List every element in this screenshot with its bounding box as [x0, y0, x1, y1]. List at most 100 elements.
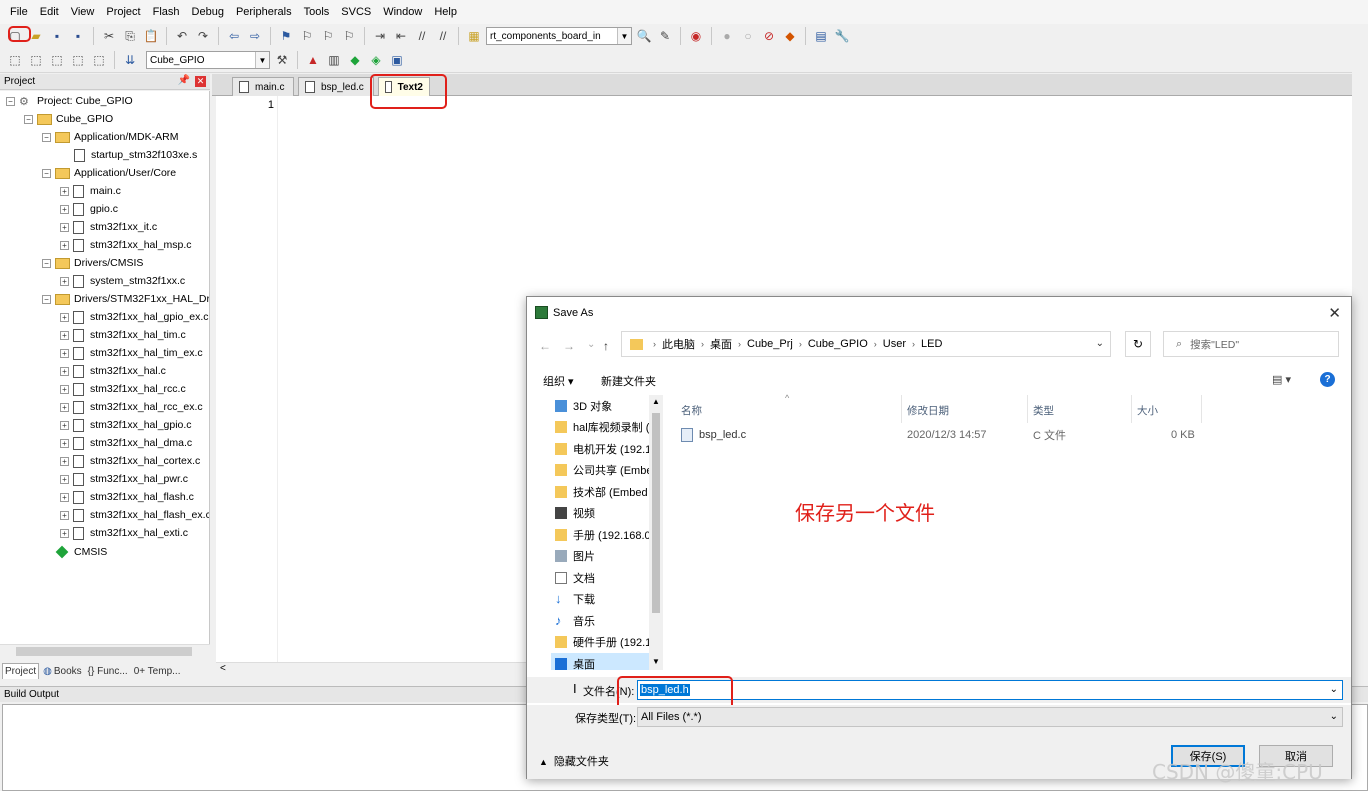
nav-item[interactable]: 图片 — [555, 545, 595, 566]
view-options-icon[interactable]: ▤ ▾ — [1272, 373, 1291, 386]
tree-file[interactable]: + stm32f1xx_hal_rcc_ex.c — [60, 398, 203, 416]
nav-back-icon[interactable]: ⇦ — [225, 27, 243, 45]
address-bar[interactable]: › 此电脑 › 桌面 › Cube_Prj › Cube_GPIO › User… — [621, 331, 1111, 357]
scroll-up-icon[interactable]: ▲ — [652, 397, 660, 406]
breadcrumb-item[interactable]: 桌面 — [710, 336, 732, 352]
incremental-find-icon[interactable]: ✎ — [656, 27, 674, 45]
stop-build-icon[interactable]: ⬚ — [90, 51, 108, 69]
tab-functions[interactable]: {} Func... — [86, 664, 130, 679]
expand-icon[interactable]: + — [60, 402, 69, 412]
nav-forward-icon[interactable]: ⇨ — [246, 27, 264, 45]
filename-input[interactable]: bsp_led.h ⌄ — [637, 680, 1343, 700]
close-icon[interactable]: ✕ — [1328, 304, 1341, 322]
nav-item[interactable]: 文档 — [555, 567, 595, 588]
column-date[interactable]: 修改日期 — [907, 399, 949, 421]
hide-folders-toggle[interactable]: ▲ 隐藏文件夹 — [539, 753, 609, 769]
organize-button[interactable]: 组织 ▾ — [543, 373, 574, 389]
nav-scrollbar[interactable]: ▲ ▼ — [649, 395, 663, 670]
recent-chevron-icon[interactable]: ⌄ — [587, 339, 595, 350]
manage-rte-icon[interactable]: ◆ — [346, 51, 364, 69]
tree-file[interactable]: + stm32f1xx_hal_tim.c — [60, 326, 186, 344]
tree-file[interactable]: + stm32f1xx_hal_exti.c — [60, 524, 188, 542]
expand-icon[interactable]: + — [60, 276, 69, 286]
tree-group[interactable]: − Application/User/Core — [42, 164, 176, 182]
tree-file[interactable]: + stm32f1xx_hal_pwr.c — [60, 470, 188, 488]
back-arrow-icon[interactable]: ← — [539, 339, 551, 353]
nav-item[interactable]: 手册 (192.168.0 — [555, 524, 651, 545]
tree-file[interactable]: + stm32f1xx_hal_msp.c — [60, 236, 192, 254]
tab-project[interactable]: Project — [2, 663, 40, 679]
tree-file[interactable]: + stm32f1xx_hal_flash_ex.c — [60, 506, 209, 524]
scroll-thumb[interactable] — [16, 647, 192, 656]
copy-icon[interactable]: ⎘ — [121, 27, 139, 45]
file-row[interactable]: bsp_led.c — [681, 425, 746, 445]
debug-start-icon[interactable]: ◉ — [687, 27, 705, 45]
cut-icon[interactable]: ✂ — [100, 27, 118, 45]
chevron-down-icon[interactable]: ⌄ — [1330, 711, 1338, 722]
menu-project[interactable]: Project — [100, 6, 146, 18]
collapse-icon[interactable]: − — [6, 96, 15, 106]
pack-installer-icon[interactable]: ◈ — [367, 51, 385, 69]
nav-item[interactable]: 电机开发 (192.1 — [555, 438, 651, 459]
tree-file[interactable]: + stm32f1xx_it.c — [60, 218, 157, 236]
tree-file[interactable]: + system_stm32f1xx.c — [60, 272, 185, 290]
chevron-down-icon[interactable]: ▼ — [617, 28, 631, 44]
forward-arrow-icon[interactable]: → — [563, 339, 575, 353]
find-icon[interactable]: 🔍 — [635, 27, 653, 45]
rebuild-icon[interactable]: ⬚ — [48, 51, 66, 69]
expand-icon[interactable]: + — [60, 438, 69, 448]
expand-icon[interactable]: + — [60, 204, 69, 214]
menu-window[interactable]: Window — [377, 6, 428, 18]
help-icon[interactable]: ? — [1320, 372, 1335, 387]
undo-icon[interactable]: ↶ — [173, 27, 191, 45]
tree-group[interactable]: − Drivers/STM32F1xx_HAL_Driv — [42, 290, 209, 308]
nav-item[interactable]: hal库视频录制 ( — [555, 416, 649, 437]
tree-file[interactable]: + main.c — [60, 182, 121, 200]
tree-target[interactable]: − Cube_GPIO — [24, 110, 113, 128]
tree-group[interactable]: − Application/MDK-ARM — [42, 128, 178, 146]
collapse-icon[interactable]: − — [24, 114, 33, 124]
expand-icon[interactable]: + — [60, 510, 69, 520]
project-combo[interactable]: Cube_GPIO ▼ — [146, 51, 270, 69]
search-input[interactable]: ⌕ 搜索"LED" — [1163, 331, 1339, 357]
uncomment-icon[interactable]: // — [434, 27, 452, 45]
scroll-thumb[interactable] — [652, 413, 660, 613]
tree-file[interactable]: + stm32f1xx_hal_tim_ex.c — [60, 344, 203, 362]
disable-breakpoint-icon[interactable]: ○ — [739, 27, 757, 45]
tree-file[interactable]: + stm32f1xx_hal_dma.c — [60, 434, 192, 452]
tree-cmsis[interactable]: CMSIS — [55, 543, 107, 561]
tree-file[interactable]: + stm32f1xx_hal_rcc.c — [60, 380, 186, 398]
new-folder-button[interactable]: 新建文件夹 — [601, 373, 656, 389]
menu-peripherals[interactable]: Peripherals — [230, 6, 298, 18]
menu-tools[interactable]: Tools — [298, 6, 336, 18]
nav-item[interactable]: ♪ 音乐 — [555, 610, 595, 631]
next-bookmark-icon[interactable]: ⚐ — [319, 27, 337, 45]
breakpoint-icon[interactable]: ● — [718, 27, 736, 45]
nav-item[interactable]: 技术部 (Embed — [555, 481, 648, 502]
expand-icon[interactable]: + — [60, 186, 69, 196]
find-in-files-icon[interactable]: ▦ — [465, 27, 483, 45]
filetype-select[interactable]: All Files (*.*) ⌄ — [637, 707, 1343, 727]
comment-icon[interactable]: // — [413, 27, 431, 45]
kill-breakpoints-icon[interactable]: ⊘ — [760, 27, 778, 45]
disable-all-breakpoints-icon[interactable]: ◆ — [781, 27, 799, 45]
close-icon[interactable]: ✕ — [195, 76, 206, 87]
chevron-down-icon[interactable]: ▼ — [255, 52, 269, 68]
expand-icon[interactable]: + — [60, 240, 69, 250]
tree-file[interactable]: + stm32f1xx_hal.c — [60, 362, 166, 380]
scroll-down-icon[interactable]: ▼ — [652, 657, 660, 666]
collapse-icon[interactable]: − — [42, 258, 51, 268]
save-icon[interactable]: ▪ — [48, 27, 66, 45]
project-hscrollbar[interactable] — [0, 644, 210, 658]
expand-icon[interactable]: + — [60, 492, 69, 502]
nav-item[interactable]: 公司共享 (Embe — [555, 459, 652, 480]
select-packs-icon[interactable]: ▥ — [325, 51, 343, 69]
up-arrow-icon[interactable]: ↑ — [603, 339, 609, 353]
menu-help[interactable]: Help — [428, 6, 463, 18]
collapse-icon[interactable]: − — [42, 294, 51, 304]
collapse-icon[interactable]: − — [42, 132, 51, 142]
menu-edit[interactable]: Edit — [34, 6, 65, 18]
download-icon[interactable]: ⇊ — [121, 51, 139, 69]
column-size[interactable]: 大小 — [1137, 399, 1158, 421]
column-name[interactable]: 名称 — [681, 399, 702, 421]
